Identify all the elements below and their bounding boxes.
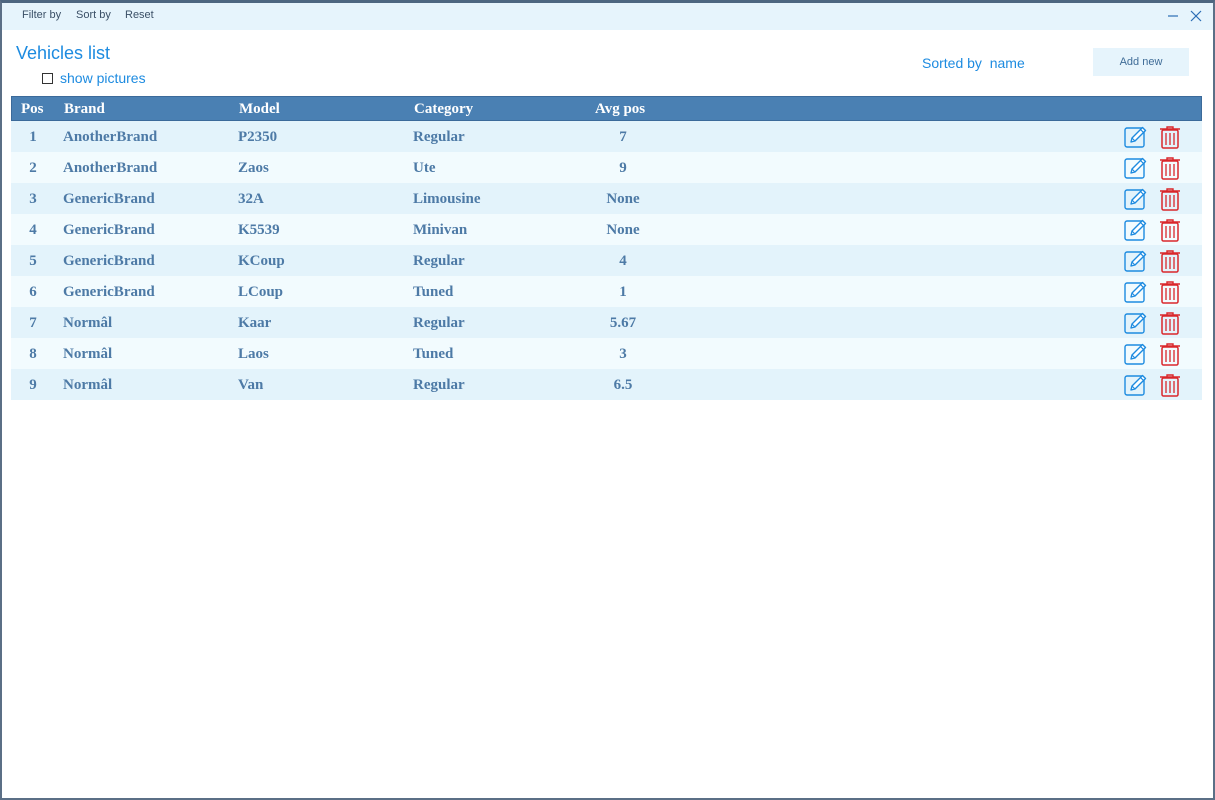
row-avg-pos-cell: 1 <box>619 284 627 300</box>
row-avg-pos-cell: 5.67 <box>609 315 637 331</box>
trash-icon[interactable] <box>1158 373 1182 397</box>
edit-icon[interactable] <box>1124 187 1148 211</box>
row-brand-cell: Normâl <box>63 346 113 362</box>
row-avg-pos-cell: 3 <box>619 346 627 362</box>
row-model-cell: Zaos <box>238 160 269 176</box>
edit-icon[interactable] <box>1124 156 1148 180</box>
table-row[interactable]: 8 Normâl Laos Tuned 3 <box>11 338 1202 369</box>
close-icon[interactable] <box>1188 8 1204 24</box>
row-category-cell: Ute <box>413 160 436 176</box>
row-avg-pos-cell: 4 <box>619 253 627 269</box>
add-new-button[interactable]: Add new <box>1093 48 1189 76</box>
sort-by-menu[interactable]: Sort by <box>76 9 111 21</box>
row-pos-cell: 6 <box>29 284 37 300</box>
edit-icon[interactable] <box>1124 125 1148 149</box>
row-avg-pos-cell: 6.5 <box>613 377 633 393</box>
column-header-avg-pos[interactable]: Avg pos <box>595 101 645 118</box>
row-brand-cell: GenericBrand <box>63 253 155 269</box>
row-avg-pos-cell: None <box>606 191 640 207</box>
show-pictures-label: show pictures <box>60 70 146 86</box>
row-brand-cell: GenericBrand <box>63 222 155 238</box>
column-header-pos[interactable]: Pos <box>21 101 44 118</box>
app-window: Filter by Sort by Reset Vehicles list sh… <box>0 0 1215 800</box>
row-brand-cell: AnotherBrand <box>63 129 158 145</box>
table-row[interactable]: 2 AnotherBrand Zaos Ute 9 <box>11 152 1202 183</box>
page-title: Vehicles list <box>16 43 111 63</box>
edit-icon[interactable] <box>1124 373 1148 397</box>
row-pos-cell: 8 <box>29 346 37 362</box>
top-toolbar: Filter by Sort by Reset <box>2 3 1213 30</box>
row-model-cell: 32A <box>238 191 264 207</box>
trash-icon[interactable] <box>1158 311 1182 335</box>
column-header-model[interactable]: Model <box>239 101 280 118</box>
row-pos-cell: 9 <box>29 377 37 393</box>
trash-icon[interactable] <box>1158 249 1182 273</box>
table-row[interactable]: 7 Normâl Kaar Regular 5.67 <box>11 307 1202 338</box>
edit-icon[interactable] <box>1124 249 1148 273</box>
row-avg-pos-cell: 9 <box>619 160 627 176</box>
vehicles-table: Pos Brand Model Category Avg pos 1 Anothe… <box>11 96 1202 400</box>
edit-icon[interactable] <box>1124 342 1148 366</box>
filter-by-menu[interactable]: Filter by <box>22 9 61 21</box>
row-brand-cell: GenericBrand <box>63 191 155 207</box>
sorted-by-label: Sorted by <box>922 55 982 71</box>
row-model-cell: Laos <box>238 346 269 362</box>
row-avg-pos-cell: None <box>606 222 640 238</box>
show-pictures-toggle[interactable]: show pictures <box>42 70 146 86</box>
edit-icon[interactable] <box>1124 218 1148 242</box>
table-row[interactable]: 4 GenericBrand K5539 Minivan None <box>11 214 1202 245</box>
row-avg-pos-cell: 7 <box>619 129 627 145</box>
trash-icon[interactable] <box>1158 342 1182 366</box>
sorted-by-value: name <box>989 55 1025 71</box>
row-category-cell: Tuned <box>413 346 454 362</box>
row-model-cell: K5539 <box>238 222 280 238</box>
row-model-cell: P2350 <box>238 129 278 145</box>
column-header-category[interactable]: Category <box>414 101 473 118</box>
trash-icon[interactable] <box>1158 187 1182 211</box>
table-row[interactable]: 6 GenericBrand LCoup Tuned 1 <box>11 276 1202 307</box>
minimize-icon[interactable] <box>1165 8 1181 24</box>
row-pos-cell: 1 <box>29 129 37 145</box>
trash-icon[interactable] <box>1158 125 1182 149</box>
row-category-cell: Limousine <box>413 191 481 207</box>
row-pos-cell: 4 <box>29 222 37 238</box>
edit-icon[interactable] <box>1124 311 1148 335</box>
row-brand-cell: GenericBrand <box>63 284 155 300</box>
table-row[interactable]: 1 AnotherBrand P2350 Regular 7 <box>11 121 1202 152</box>
trash-icon[interactable] <box>1158 156 1182 180</box>
sorted-by-indicator: Sorted by name <box>922 55 1025 71</box>
row-category-cell: Minivan <box>413 222 468 238</box>
row-category-cell: Tuned <box>413 284 454 300</box>
table-row[interactable]: 3 GenericBrand 32A Limousine None <box>11 183 1202 214</box>
row-category-cell: Regular <box>413 377 465 393</box>
row-model-cell: KCoup <box>238 253 285 269</box>
table-header: Pos Brand Model Category Avg pos <box>11 96 1202 121</box>
show-pictures-checkbox[interactable] <box>42 72 53 84</box>
table-row[interactable]: 9 Normâl Van Regular 6.5 <box>11 369 1202 400</box>
table-body: 1 AnotherBrand P2350 Regular 7 2 AnotherBrand Z… <box>11 121 1202 400</box>
row-pos-cell: 3 <box>29 191 37 207</box>
reset-menu[interactable]: Reset <box>125 9 154 21</box>
trash-icon[interactable] <box>1158 280 1182 304</box>
row-pos-cell: 5 <box>29 253 37 269</box>
row-brand-cell: Normâl <box>63 377 113 393</box>
row-brand-cell: AnotherBrand <box>63 160 158 176</box>
trash-icon[interactable] <box>1158 218 1182 242</box>
column-header-brand[interactable]: Brand <box>64 101 105 118</box>
row-model-cell: Van <box>238 377 264 393</box>
row-category-cell: Regular <box>413 129 465 145</box>
row-category-cell: Regular <box>413 315 465 331</box>
edit-icon[interactable] <box>1124 280 1148 304</box>
row-model-cell: Kaar <box>238 315 272 331</box>
row-brand-cell: Normâl <box>63 315 113 331</box>
row-model-cell: LCoup <box>238 284 284 300</box>
row-pos-cell: 2 <box>29 160 37 176</box>
table-row[interactable]: 5 GenericBrand KCoup Regular 4 <box>11 245 1202 276</box>
row-category-cell: Regular <box>413 253 465 269</box>
row-pos-cell: 7 <box>29 315 37 331</box>
